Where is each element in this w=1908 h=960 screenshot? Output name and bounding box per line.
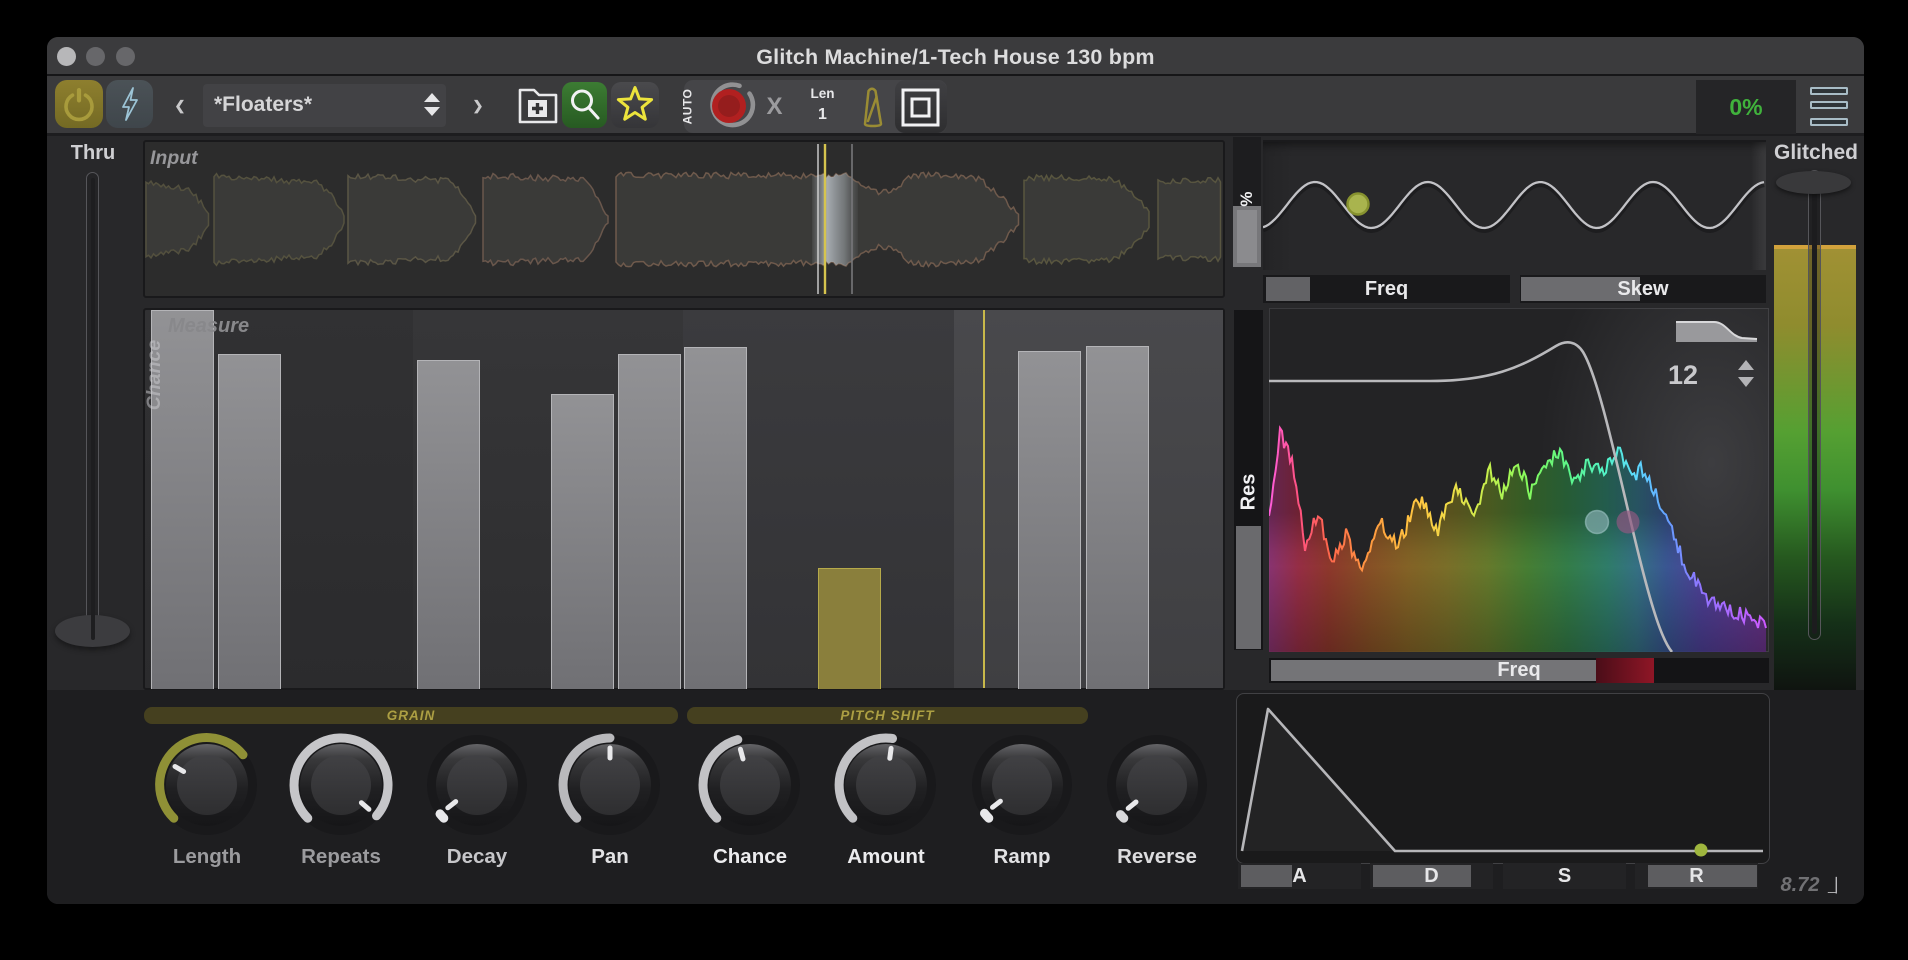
svg-text:12: 12: [1668, 360, 1698, 390]
